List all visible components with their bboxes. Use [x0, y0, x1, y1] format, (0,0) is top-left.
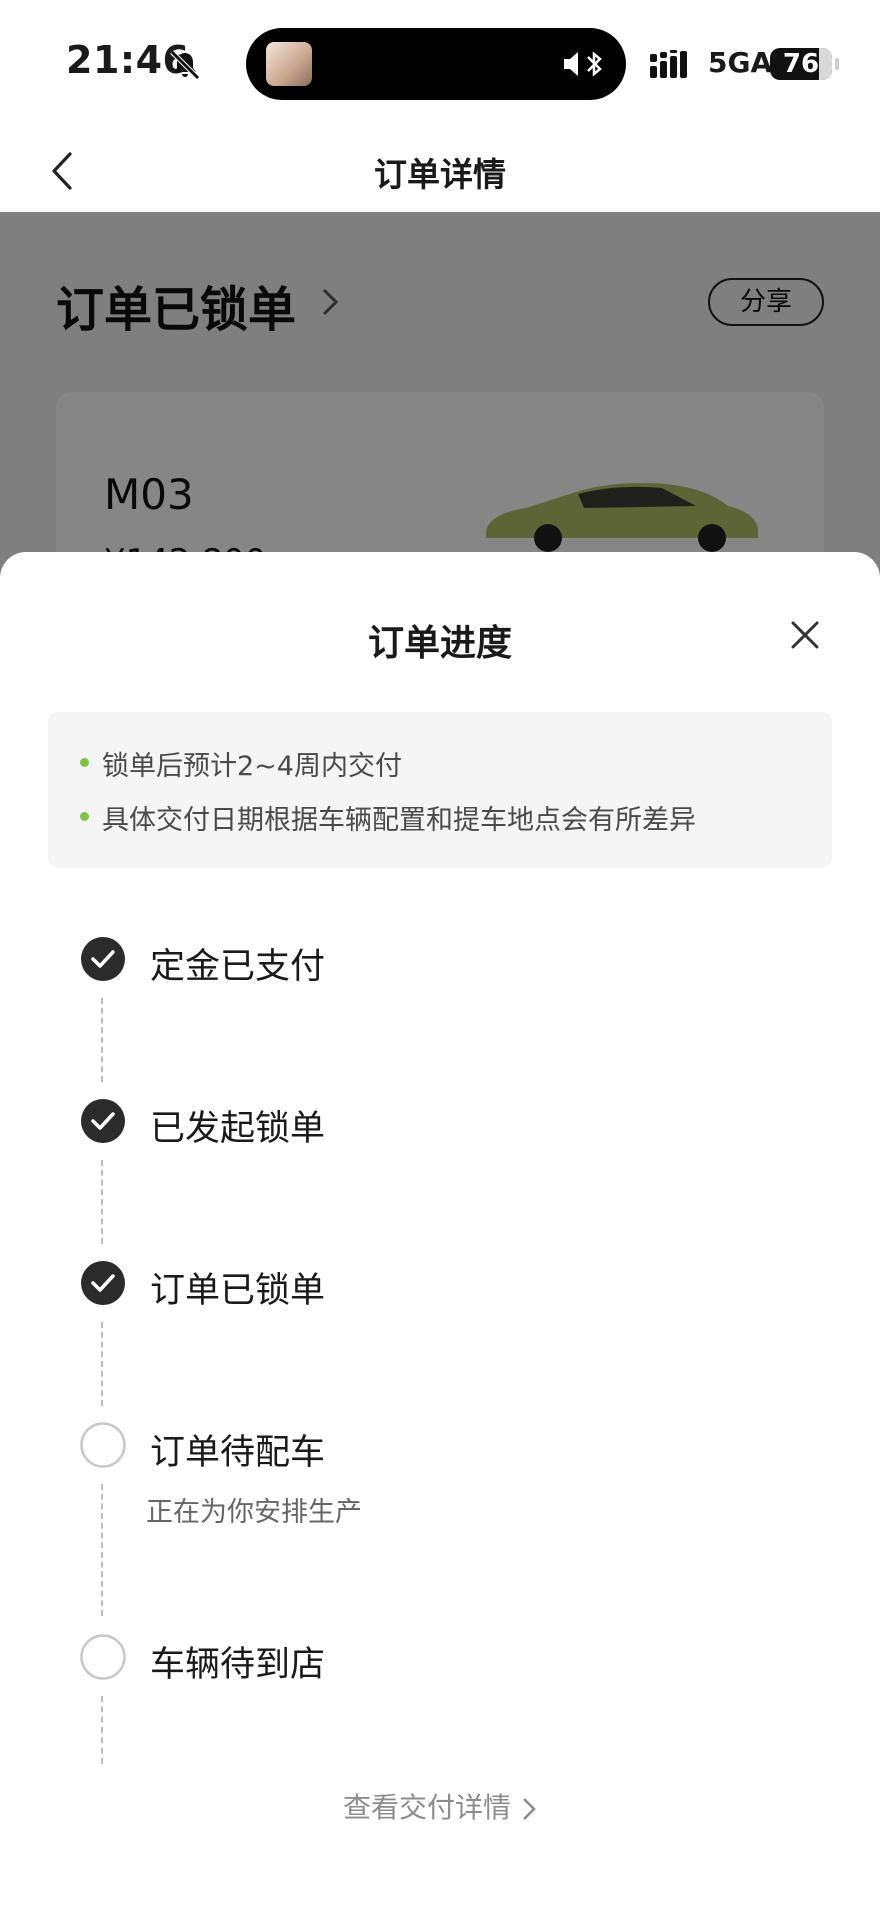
- battery-tip: [835, 58, 839, 70]
- check-circle-icon: [81, 937, 125, 981]
- empty-circle-icon: [80, 1634, 126, 1680]
- progress-timeline: 定金已支付 已发起锁单 订单已锁单 订单待配车 正在为你安排生产 车辆待到店: [0, 552, 880, 1912]
- signal-icon: [650, 50, 687, 78]
- timeline-connector: [101, 1322, 103, 1406]
- battery-level: 76: [782, 49, 820, 79]
- check-circle-icon: [81, 1099, 125, 1143]
- timeline-connector: [101, 1160, 103, 1244]
- view-delivery-details-link[interactable]: 查看交付详情: [0, 1786, 880, 1826]
- step-description: 正在为你安排生产: [146, 1497, 362, 1528]
- bell-muted-icon: [170, 50, 200, 80]
- dynamic-island[interactable]: [246, 28, 626, 100]
- page-title: 订单详情: [374, 155, 506, 194]
- order-progress-sheet: 订单进度 锁单后预计2~4周内交付 具体交付日期根据车辆配置和提车地点会有所差异…: [0, 552, 880, 1912]
- delivery-link-label: 查看交付详情: [342, 1791, 511, 1824]
- check-circle-icon: [81, 1261, 125, 1305]
- empty-circle-icon: [80, 1422, 126, 1468]
- timeline-connector: [101, 1484, 103, 1616]
- media-thumbnail: [266, 42, 312, 86]
- timeline-connector: [101, 998, 103, 1082]
- status-bar: 21:46 5GA 76: [0, 0, 880, 130]
- step-label: 车辆待到店: [150, 1645, 326, 1685]
- step-label: 已发起锁单: [150, 1109, 326, 1149]
- speaker-bluetooth-icon: [564, 51, 602, 77]
- step-label: 订单已锁单: [150, 1271, 326, 1311]
- chevron-right-icon: [523, 1798, 536, 1820]
- step-label: 定金已支付: [150, 947, 326, 987]
- battery-icon: 76: [770, 48, 832, 80]
- nav-bar: 订单详情: [0, 130, 880, 212]
- network-type: 5GA: [708, 46, 773, 79]
- step-label: 订单待配车: [150, 1433, 326, 1473]
- timeline-connector: [101, 1696, 103, 1764]
